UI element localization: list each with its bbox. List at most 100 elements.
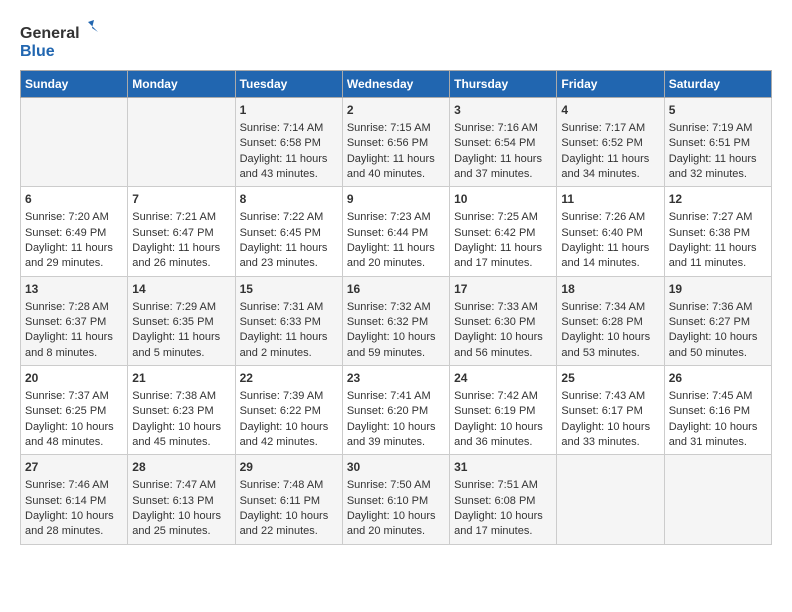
day-info: Sunrise: 7:16 AM	[454, 121, 552, 136]
day-number: 27	[25, 459, 123, 476]
day-info: Daylight: 10 hours and 31 minutes.	[669, 420, 767, 451]
day-info: Sunset: 6:14 PM	[25, 494, 123, 509]
calendar-week-row: 13Sunrise: 7:28 AMSunset: 6:37 PMDayligh…	[21, 276, 772, 365]
day-number: 28	[132, 459, 230, 476]
day-number: 17	[454, 281, 552, 298]
day-info: Daylight: 11 hours and 2 minutes.	[240, 330, 338, 361]
day-info: Daylight: 11 hours and 40 minutes.	[347, 152, 445, 183]
calendar-cell	[21, 98, 128, 187]
logo: GeneralBlue	[20, 20, 100, 60]
day-info: Sunrise: 7:15 AM	[347, 121, 445, 136]
day-number: 9	[347, 191, 445, 208]
day-info: Sunset: 6:17 PM	[561, 404, 659, 419]
day-info: Sunset: 6:44 PM	[347, 226, 445, 241]
day-info: Daylight: 10 hours and 59 minutes.	[347, 330, 445, 361]
day-info: Sunset: 6:32 PM	[347, 315, 445, 330]
calendar-cell: 13 Sunrise: 7:28 AMSunset: 6:37 PMDayligh…	[21, 276, 128, 365]
day-info: Sunrise: 7:28 AM	[25, 300, 123, 315]
weekday-header: Sunday	[21, 71, 128, 98]
day-info: Sunrise: 7:31 AM	[240, 300, 338, 315]
day-info: Sunset: 6:23 PM	[132, 404, 230, 419]
day-info: Sunrise: 7:51 AM	[454, 478, 552, 493]
day-info: Daylight: 11 hours and 26 minutes.	[132, 241, 230, 272]
calendar-cell: 1Sunrise: 7:14 AMSunset: 6:58 PMDaylight…	[235, 98, 342, 187]
day-info: Sunrise: 7:48 AM	[240, 478, 338, 493]
day-number: 29	[240, 459, 338, 476]
day-info: Daylight: 10 hours and 48 minutes.	[25, 420, 123, 451]
day-number: 13	[25, 281, 123, 298]
day-info: Daylight: 10 hours and 53 minutes.	[561, 330, 659, 361]
page-header: GeneralBlue	[20, 20, 772, 60]
calendar-cell: 30Sunrise: 7:50 AMSunset: 6:10 PMDayligh…	[342, 455, 449, 544]
day-info: Sunset: 6:19 PM	[454, 404, 552, 419]
calendar-cell: 15Sunrise: 7:31 AMSunset: 6:33 PMDayligh…	[235, 276, 342, 365]
calendar-cell: 29Sunrise: 7:48 AMSunset: 6:11 PMDayligh…	[235, 455, 342, 544]
day-number: 24	[454, 370, 552, 387]
weekday-header: Monday	[128, 71, 235, 98]
day-info: Daylight: 10 hours and 36 minutes.	[454, 420, 552, 451]
day-info: Sunrise: 7:29 AM	[132, 300, 230, 315]
day-info: Daylight: 11 hours and 29 minutes.	[25, 241, 123, 272]
day-info: Daylight: 10 hours and 28 minutes.	[25, 509, 123, 540]
calendar-cell: 10Sunrise: 7:25 AMSunset: 6:42 PMDayligh…	[450, 187, 557, 276]
calendar-cell: 20Sunrise: 7:37 AMSunset: 6:25 PMDayligh…	[21, 366, 128, 455]
day-info: Sunset: 6:45 PM	[240, 226, 338, 241]
day-number: 5	[669, 102, 767, 119]
day-info: Sunset: 6:16 PM	[669, 404, 767, 419]
day-info: Daylight: 11 hours and 14 minutes.	[561, 241, 659, 272]
day-info: Sunrise: 7:21 AM	[132, 210, 230, 225]
day-info: Sunrise: 7:46 AM	[25, 478, 123, 493]
day-info: Daylight: 10 hours and 42 minutes.	[240, 420, 338, 451]
day-info: Sunrise: 7:20 AM	[25, 210, 123, 225]
day-number: 8	[240, 191, 338, 208]
day-info: Daylight: 10 hours and 45 minutes.	[132, 420, 230, 451]
day-info: Daylight: 10 hours and 33 minutes.	[561, 420, 659, 451]
calendar-cell: 16Sunrise: 7:32 AMSunset: 6:32 PMDayligh…	[342, 276, 449, 365]
day-info: Sunset: 6:40 PM	[561, 226, 659, 241]
calendar-cell: 8Sunrise: 7:22 AMSunset: 6:45 PMDaylight…	[235, 187, 342, 276]
day-info: Daylight: 11 hours and 11 minutes.	[669, 241, 767, 272]
day-info: Daylight: 11 hours and 37 minutes.	[454, 152, 552, 183]
day-info: Sunset: 6:51 PM	[669, 136, 767, 151]
calendar-body: 1Sunrise: 7:14 AMSunset: 6:58 PMDaylight…	[21, 98, 772, 545]
day-number: 22	[240, 370, 338, 387]
day-info: Sunset: 6:25 PM	[25, 404, 123, 419]
calendar-cell: 18Sunrise: 7:34 AMSunset: 6:28 PMDayligh…	[557, 276, 664, 365]
day-info: Daylight: 10 hours and 22 minutes.	[240, 509, 338, 540]
day-info: Sunrise: 7:14 AM	[240, 121, 338, 136]
day-info: Daylight: 11 hours and 8 minutes.	[25, 330, 123, 361]
day-info: Daylight: 11 hours and 43 minutes.	[240, 152, 338, 183]
day-info: Daylight: 11 hours and 20 minutes.	[347, 241, 445, 272]
calendar-cell	[128, 98, 235, 187]
day-info: Sunset: 6:56 PM	[347, 136, 445, 151]
day-info: Sunset: 6:35 PM	[132, 315, 230, 330]
day-info: Sunrise: 7:25 AM	[454, 210, 552, 225]
calendar-cell: 21Sunrise: 7:38 AMSunset: 6:23 PMDayligh…	[128, 366, 235, 455]
day-number: 20	[25, 370, 123, 387]
day-info: Sunrise: 7:38 AM	[132, 389, 230, 404]
day-info: Sunrise: 7:43 AM	[561, 389, 659, 404]
day-info: Daylight: 10 hours and 39 minutes.	[347, 420, 445, 451]
day-number: 23	[347, 370, 445, 387]
day-info: Sunrise: 7:42 AM	[454, 389, 552, 404]
day-info: Sunset: 6:37 PM	[25, 315, 123, 330]
calendar-cell: 25Sunrise: 7:43 AMSunset: 6:17 PMDayligh…	[557, 366, 664, 455]
day-info: Sunrise: 7:27 AM	[669, 210, 767, 225]
day-info: Daylight: 11 hours and 23 minutes.	[240, 241, 338, 272]
day-info: Daylight: 11 hours and 5 minutes.	[132, 330, 230, 361]
calendar-cell: 24 Sunrise: 7:42 AMSunset: 6:19 PMDayligh…	[450, 366, 557, 455]
day-info: Sunset: 6:27 PM	[669, 315, 767, 330]
day-info: Sunset: 6:10 PM	[347, 494, 445, 509]
day-number: 7	[132, 191, 230, 208]
day-info: Sunset: 6:54 PM	[454, 136, 552, 151]
calendar-cell: 26Sunrise: 7:45 AMSunset: 6:16 PMDayligh…	[664, 366, 771, 455]
day-number: 30	[347, 459, 445, 476]
day-info: Sunset: 6:28 PM	[561, 315, 659, 330]
day-info: Sunset: 6:13 PM	[132, 494, 230, 509]
day-info: Daylight: 11 hours and 34 minutes.	[561, 152, 659, 183]
day-info: Sunrise: 7:33 AM	[454, 300, 552, 315]
day-info: Sunset: 6:52 PM	[561, 136, 659, 151]
day-number: 1	[240, 102, 338, 119]
day-number: 14	[132, 281, 230, 298]
day-info: Sunset: 6:42 PM	[454, 226, 552, 241]
